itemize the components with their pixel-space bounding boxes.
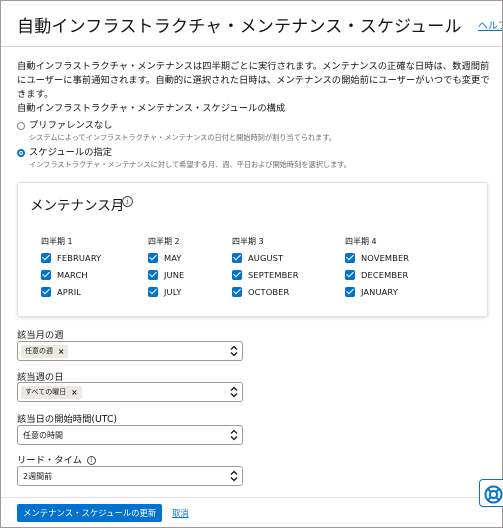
checkbox-checked[interactable]: [41, 252, 51, 263]
day-of-week-label: 該当週の日: [17, 372, 64, 383]
lead-time-label-row: リード・タイム i: [17, 452, 96, 466]
chevron-updown-icon: [230, 470, 238, 482]
month-label: APRIL: [57, 286, 82, 297]
checkbox-checked[interactable]: [345, 252, 355, 263]
month-checkbox-row[interactable]: FEBRUARY: [41, 249, 101, 266]
selected-chip: すべての曜日 ×: [21, 386, 82, 399]
footer-divider: [1, 497, 502, 498]
month-label: JANUARY: [361, 286, 398, 297]
quarter-label: 四半期 1: [41, 237, 73, 246]
update-maintenance-schedule-button[interactable]: メンテナンス・スケジュールの更新: [17, 504, 163, 522]
month-label: JUNE: [164, 269, 185, 280]
info-icon[interactable]: i: [86, 456, 96, 465]
remove-chip-icon[interactable]: ×: [58, 345, 64, 358]
checkbox-checked[interactable]: [232, 269, 242, 280]
quarter-label: 四半期 4: [345, 237, 377, 246]
month-label: NOVEMBER: [361, 252, 410, 263]
start-time-select[interactable]: 任意の時間: [17, 425, 243, 445]
month-label: DECEMBER: [361, 269, 409, 280]
radio-label: スケジュールの指定: [29, 147, 113, 158]
day-of-week-select[interactable]: すべての曜日 ×: [17, 382, 243, 402]
quarter-label: 四半期 3: [232, 237, 264, 246]
dialog-title: 自動インフラストラクチャ・メンテナンス・スケジュール: [17, 17, 462, 37]
radio-no-preference[interactable]: プリファレンスなし システムによってインフラストラクチャ・メンテナンスの日付と開…: [17, 120, 336, 143]
month-label: MAY: [164, 252, 182, 263]
quarter-4: 四半期 4 NOVEMBER DECEMBER JANUARY: [345, 236, 409, 300]
radio-specify-schedule[interactable]: スケジュールの指定 インフラストラクチャ・メンテナンスに対して希望する月、週、平…: [17, 147, 351, 170]
month-checkbox-row[interactable]: MAY: [148, 249, 184, 266]
select-value: 2週間前: [23, 472, 53, 481]
quarter-label: 四半期 2: [148, 237, 180, 246]
month-checkbox-row[interactable]: SEPTEMBER: [232, 266, 299, 283]
maintenance-schedule-dialog: 自動インフラストラクチャ・メンテナンス・スケジュール ヘルプ 自動インフラストラ…: [0, 0, 503, 528]
month-checkbox-row[interactable]: APRIL: [41, 283, 101, 300]
checkbox-checked[interactable]: [345, 286, 355, 297]
quarter-3: 四半期 3 AUGUST SEPTEMBER OCTOBER: [232, 236, 299, 300]
info-icon[interactable]: i: [122, 196, 133, 207]
checkbox-checked[interactable]: [232, 252, 242, 263]
maintenance-months-panel: メンテナンス月 i 四半期 1 FEBRUARY MARCH APRIL 四半期…: [17, 182, 488, 317]
month-checkbox-row[interactable]: MARCH: [41, 266, 101, 283]
chip-label: すべての曜日: [25, 388, 67, 396]
month-label: AUGUST: [248, 252, 284, 263]
lead-time-label: リード・タイム: [17, 455, 82, 466]
quarter-1: 四半期 1 FEBRUARY MARCH APRIL: [41, 236, 101, 300]
select-value: 任意の時間: [23, 431, 63, 440]
header-divider: [1, 46, 502, 47]
quarter-2: 四半期 2 MAY JUNE JULY: [148, 236, 184, 300]
radio-button[interactable]: [17, 122, 25, 130]
radio-button-selected[interactable]: [17, 149, 25, 157]
checkbox-checked[interactable]: [345, 269, 355, 280]
maintenance-months-title: メンテナンス月: [30, 198, 125, 214]
selected-chip: 任意の週 ×: [21, 345, 69, 358]
radio-label: プリファレンスなし: [29, 120, 113, 131]
month-checkbox-row[interactable]: NOVEMBER: [345, 249, 409, 266]
month-checkbox-row[interactable]: JANUARY: [345, 283, 409, 300]
month-label: SEPTEMBER: [248, 269, 299, 280]
radio-help-text: システムによってインフラストラクチャ・メンテナンスの日付と開始時刻が割り当てられ…: [29, 133, 336, 142]
chevron-updown-icon: [230, 429, 238, 441]
chip-label: 任意の週: [25, 347, 53, 355]
help-link[interactable]: ヘルプ: [478, 17, 502, 32]
month-checkbox-row[interactable]: DECEMBER: [345, 266, 409, 283]
month-label: JULY: [164, 286, 182, 297]
month-checkbox-row[interactable]: OCTOBER: [232, 283, 299, 300]
checkbox-checked[interactable]: [148, 269, 158, 280]
remove-chip-icon[interactable]: ×: [71, 386, 77, 399]
month-checkbox-row[interactable]: JUNE: [148, 266, 184, 283]
checkbox-checked[interactable]: [148, 286, 158, 297]
start-time-label: 該当日の開始時間(UTC): [17, 414, 118, 425]
chevron-updown-icon: [230, 345, 238, 357]
checkbox-checked[interactable]: [41, 269, 51, 280]
chevron-updown-icon: [230, 386, 238, 398]
schedule-config-label: 自動インフラストラクチャ・メンテナンス・スケジュールの構成: [17, 103, 286, 114]
month-label: FEBRUARY: [57, 252, 102, 263]
week-of-month-label: 該当月の週: [17, 330, 64, 341]
month-checkbox-row[interactable]: JULY: [148, 283, 184, 300]
month-label: OCTOBER: [248, 286, 290, 297]
week-of-month-select[interactable]: 任意の週 ×: [17, 341, 243, 361]
checkbox-checked[interactable]: [232, 286, 242, 297]
support-lifebuoy-button[interactable]: [479, 479, 503, 507]
lifebuoy-icon: [484, 485, 503, 504]
checkbox-checked[interactable]: [148, 252, 158, 263]
intro-text: 自動インフラストラクチャ・メンテナンスは四半期ごとに実行されます。メンテナンスの…: [17, 61, 490, 100]
checkbox-checked[interactable]: [41, 286, 51, 297]
radio-help-text: インフラストラクチャ・メンテナンスに対して希望する月、週、平日および開始時刻を選…: [29, 160, 351, 169]
month-label: MARCH: [57, 269, 88, 280]
lead-time-select[interactable]: 2週間前: [17, 466, 243, 486]
month-checkbox-row[interactable]: AUGUST: [232, 249, 299, 266]
cancel-link[interactable]: 取消: [172, 507, 189, 519]
